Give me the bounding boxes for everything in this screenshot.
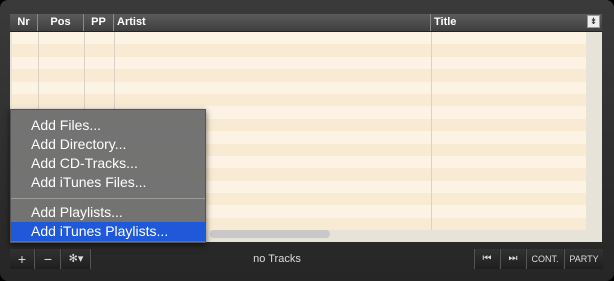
- gear-menu-button[interactable]: ✻▾: [62, 249, 91, 269]
- table-row[interactable]: [12, 69, 586, 82]
- previous-button[interactable]: ⏮: [474, 249, 499, 269]
- menu-item-add-directory[interactable]: Add Directory...: [11, 135, 205, 154]
- previous-icon: ⏮: [482, 253, 492, 264]
- column-header-title[interactable]: Title: [431, 14, 602, 31]
- column-header-artist[interactable]: Artist: [114, 14, 431, 31]
- column-header-pp[interactable]: PP: [84, 14, 114, 31]
- party-button[interactable]: PARTY: [564, 249, 603, 269]
- horizontal-scrollbar[interactable]: [210, 230, 330, 238]
- table-header: Nr Pos PP Artist Title ⇟: [10, 14, 602, 32]
- next-icon: ⏭: [508, 253, 518, 264]
- track-count-status: no Tracks: [253, 253, 301, 265]
- column-options-icon[interactable]: ⇟: [587, 15, 600, 28]
- table-row[interactable]: [12, 44, 586, 57]
- menu-item-add-files[interactable]: Add Files...: [11, 116, 205, 135]
- menu-item-add-itunes-playlists[interactable]: Add iTunes Playlists...: [11, 222, 205, 241]
- minus-icon: −: [43, 251, 53, 267]
- remove-button[interactable]: −: [36, 249, 61, 269]
- table-row[interactable]: [12, 56, 586, 70]
- next-button[interactable]: ⏭: [500, 249, 525, 269]
- add-menu-popup: Add Files... Add Directory... Add CD-Tra…: [10, 109, 206, 243]
- cont-button[interactable]: CONT.: [526, 249, 563, 269]
- menu-item-add-playlists[interactable]: Add Playlists...: [11, 203, 205, 222]
- table-row[interactable]: [12, 81, 586, 94]
- menu-item-add-itunes-files[interactable]: Add iTunes Files...: [11, 173, 205, 192]
- menu-separator: [11, 198, 205, 199]
- column-header-pos[interactable]: Pos: [38, 14, 84, 31]
- plus-icon: +: [17, 251, 27, 267]
- menu-item-add-cd-tracks[interactable]: Add CD-Tracks...: [11, 154, 205, 173]
- add-button[interactable]: +: [10, 249, 35, 269]
- window-frame: Nr Pos PP Artist Title ⇟ + − ✻▾ no Track…: [0, 0, 614, 281]
- column-header-nr[interactable]: Nr: [10, 14, 38, 31]
- column-divider: [431, 32, 432, 230]
- table-row[interactable]: [12, 32, 586, 45]
- gear-icon: ✻▾: [68, 253, 84, 265]
- table-row[interactable]: [12, 93, 586, 107]
- bottom-toolbar: + − ✻▾ no Tracks ⏮ ⏭ CONT. PARTY: [0, 245, 614, 271]
